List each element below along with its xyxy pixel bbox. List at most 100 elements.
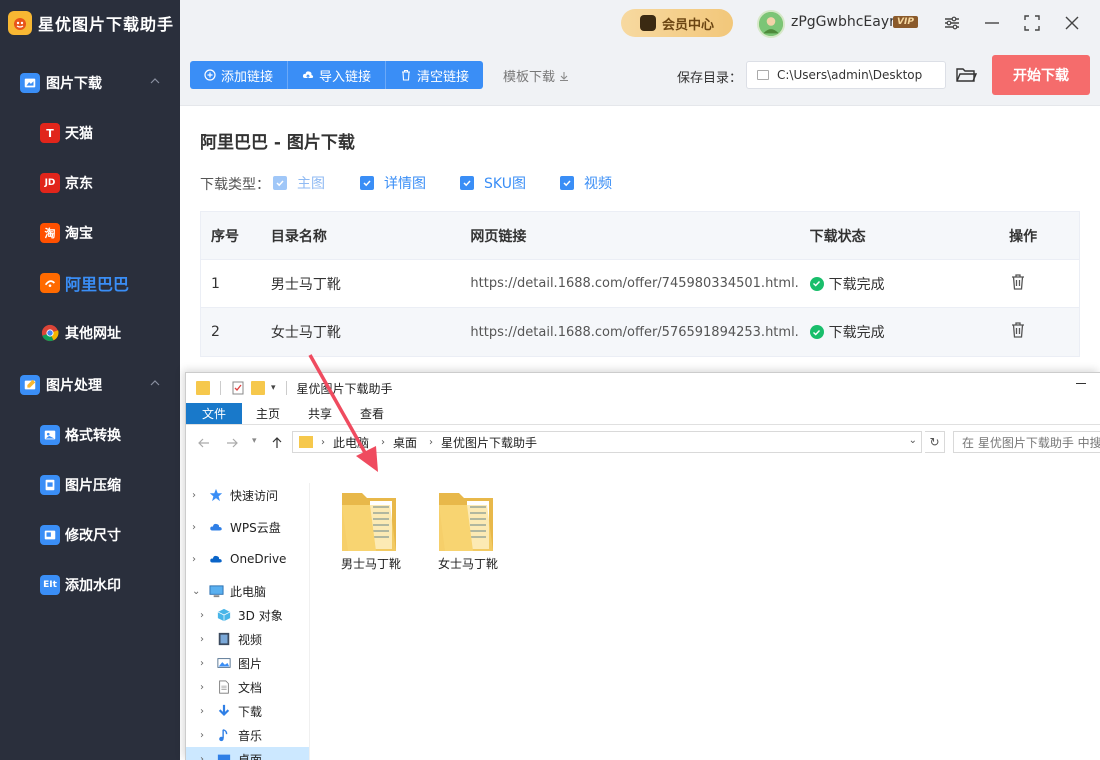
nav-item-videos[interactable]: › 视频 xyxy=(186,627,309,651)
recent-dropdown-icon[interactable]: ▾ xyxy=(252,436,257,446)
sidebar-item-alibaba[interactable]: 阿里巴巴 xyxy=(0,258,180,308)
breadcrumb-item[interactable]: › 此电脑 xyxy=(321,434,369,451)
template-download-link[interactable]: 模板下载 xyxy=(503,66,569,85)
sidebar-group-label: 图片下载 xyxy=(46,76,102,92)
sidebar-item-other-url[interactable]: 其他网址 xyxy=(0,308,180,358)
nav-item-this-pc[interactable]: ⌄ 此电脑 xyxy=(186,579,309,603)
avatar[interactable] xyxy=(757,10,785,38)
vip-center-button[interactable]: 会员中心 xyxy=(621,9,733,37)
desktop-icon xyxy=(216,751,232,760)
import-link-label: 导入链接 xyxy=(319,69,372,85)
link-table: 序号 目录名称 网页链接 下载状态 操作 1 男士马丁靴 https://det… xyxy=(200,211,1080,357)
breadcrumb-item[interactable]: › 星优图片下载助手 xyxy=(429,434,537,451)
sidebar-item-resize[interactable]: 修改尺寸 xyxy=(0,510,180,560)
main-content: 阿里巴巴 - 图片下载 下载类型： 主图 详情图 SKU图 视频 序号 目录名称… xyxy=(180,106,1100,372)
start-download-button[interactable]: 开始下载 xyxy=(992,55,1090,95)
expand-chevron-icon[interactable]: › xyxy=(200,634,210,645)
clear-link-button[interactable]: 清空链接 xyxy=(386,61,483,89)
forward-arrow-icon[interactable] xyxy=(226,437,238,449)
up-arrow-icon[interactable] xyxy=(271,437,283,449)
refresh-icon[interactable]: ↻ xyxy=(925,431,945,453)
nav-item-documents[interactable]: › 文档 xyxy=(186,675,309,699)
quick-access-dropdown-icon[interactable]: ▾ xyxy=(271,383,276,393)
sidebar-item-jd[interactable]: JD 京东 xyxy=(0,158,180,208)
folder-item[interactable]: 女士马丁靴 xyxy=(423,483,513,572)
sidebar-group-image-process[interactable]: 图片处理 xyxy=(0,360,180,410)
minimize-icon[interactable] xyxy=(982,13,1002,33)
chevron-right-icon: › xyxy=(381,436,386,448)
nav-item-music[interactable]: › 音乐 xyxy=(186,723,309,747)
expand-chevron-icon[interactable]: › xyxy=(200,706,210,717)
3d-objects-icon xyxy=(216,607,232,623)
collapse-chevron-icon[interactable]: ⌄ xyxy=(192,586,202,597)
breadcrumb-item[interactable]: › 桌面 xyxy=(381,434,417,451)
tab-file[interactable]: 文件 xyxy=(186,403,243,424)
jd-icon: JD xyxy=(40,173,60,193)
sidebar-item-watermark[interactable]: EIt 添加水印 xyxy=(0,560,180,610)
explorer-title: 星优图片下载助手 xyxy=(296,381,393,396)
sidebar-item-label: 其他网址 xyxy=(65,326,121,342)
explorer-content-pane: 男士马丁靴 女士马丁靴 xyxy=(310,483,1100,760)
sidebar-item-taobao[interactable]: 淘 淘宝 xyxy=(0,208,180,258)
checkbox-sku-image[interactable]: SKU图 xyxy=(460,173,526,193)
tab-share[interactable]: 共享 xyxy=(294,403,346,424)
nav-item-desktop[interactable]: › 桌面 xyxy=(186,747,309,760)
chevron-up-icon[interactable] xyxy=(150,378,160,388)
tab-view[interactable]: 查看 xyxy=(346,403,398,424)
expand-chevron-icon[interactable]: › xyxy=(200,682,210,693)
chevron-up-icon[interactable] xyxy=(150,76,160,86)
checkbox-main-image[interactable]: 主图 xyxy=(273,173,325,193)
expand-chevron-icon[interactable]: › xyxy=(200,610,210,621)
nav-label: 此电脑 xyxy=(230,584,267,599)
delete-trash-icon[interactable] xyxy=(1009,321,1027,339)
sidebar-item-label: 淘宝 xyxy=(65,226,93,242)
sidebar-item-format-convert[interactable]: 格式转换 xyxy=(0,410,180,460)
username[interactable]: zPgGwbhcEayr xyxy=(791,14,895,30)
explorer-minimize-icon[interactable] xyxy=(1076,383,1086,384)
address-bar[interactable]: › 此电脑 › 桌面 › 星优图片下载助手 ⌄ xyxy=(292,431,922,453)
delete-trash-icon[interactable] xyxy=(1009,273,1027,291)
add-link-button[interactable]: 添加链接 xyxy=(190,61,289,89)
properties-icon[interactable] xyxy=(231,381,245,395)
nav-item-wps-cloud[interactable]: › WPS云盘 xyxy=(186,515,309,539)
expand-chevron-icon[interactable]: › xyxy=(192,490,202,501)
checkbox-checked-icon xyxy=(460,176,474,190)
nav-item-quick-access[interactable]: › 快速访问 xyxy=(186,483,309,507)
checkbox-detail-image[interactable]: 详情图 xyxy=(360,173,426,193)
expand-chevron-icon[interactable]: › xyxy=(192,554,202,565)
nav-label: 文档 xyxy=(238,680,263,695)
app-title: 星优图片下载助手 xyxy=(38,15,175,34)
expand-chevron-icon[interactable]: › xyxy=(200,730,210,741)
checkbox-checked-icon xyxy=(273,176,287,190)
checkbox-video[interactable]: 视频 xyxy=(560,173,612,193)
status-text: 下载完成 xyxy=(828,325,885,341)
nav-item-downloads[interactable]: › 下载 xyxy=(186,699,309,723)
sidebar-item-label: 图片压缩 xyxy=(65,478,121,494)
nav-item-3d-objects[interactable]: › 3D 对象 xyxy=(186,603,309,627)
import-link-button[interactable]: 导入链接 xyxy=(288,61,387,89)
back-arrow-icon[interactable] xyxy=(198,437,210,449)
save-dir-label: 保存目录： xyxy=(677,71,743,86)
tmall-icon: T xyxy=(40,123,60,143)
nav-item-pictures[interactable]: › 图片 xyxy=(186,651,309,675)
nav-label: 桌面 xyxy=(238,752,263,760)
nav-item-onedrive[interactable]: › OneDrive xyxy=(186,547,309,571)
folder-item[interactable]: 男士马丁靴 xyxy=(326,483,416,572)
address-dropdown-icon[interactable]: ⌄ xyxy=(909,435,917,446)
settings-sliders-icon[interactable] xyxy=(942,13,962,33)
tab-home[interactable]: 主页 xyxy=(242,403,294,424)
close-icon[interactable] xyxy=(1062,13,1082,33)
new-folder-icon[interactable] xyxy=(251,381,265,395)
sidebar-item-tmall[interactable]: T 天猫 xyxy=(0,108,180,158)
col-header-name: 目录名称 xyxy=(270,228,327,245)
expand-chevron-icon[interactable]: › xyxy=(200,658,210,669)
image-download-icon xyxy=(20,73,40,93)
open-folder-icon[interactable] xyxy=(955,65,977,85)
maximize-icon[interactable] xyxy=(1022,13,1042,33)
sidebar-item-image-compress[interactable]: 图片压缩 xyxy=(0,460,180,510)
explorer-search-input[interactable]: 在 星优图片下载助手 中搜 xyxy=(953,431,1100,453)
expand-chevron-icon[interactable]: › xyxy=(200,754,210,760)
save-dir-input[interactable]: C:\Users\admin\Desktop xyxy=(746,61,946,89)
sidebar-group-image-download[interactable]: 图片下载 xyxy=(0,58,180,108)
expand-chevron-icon[interactable]: › xyxy=(192,522,202,533)
